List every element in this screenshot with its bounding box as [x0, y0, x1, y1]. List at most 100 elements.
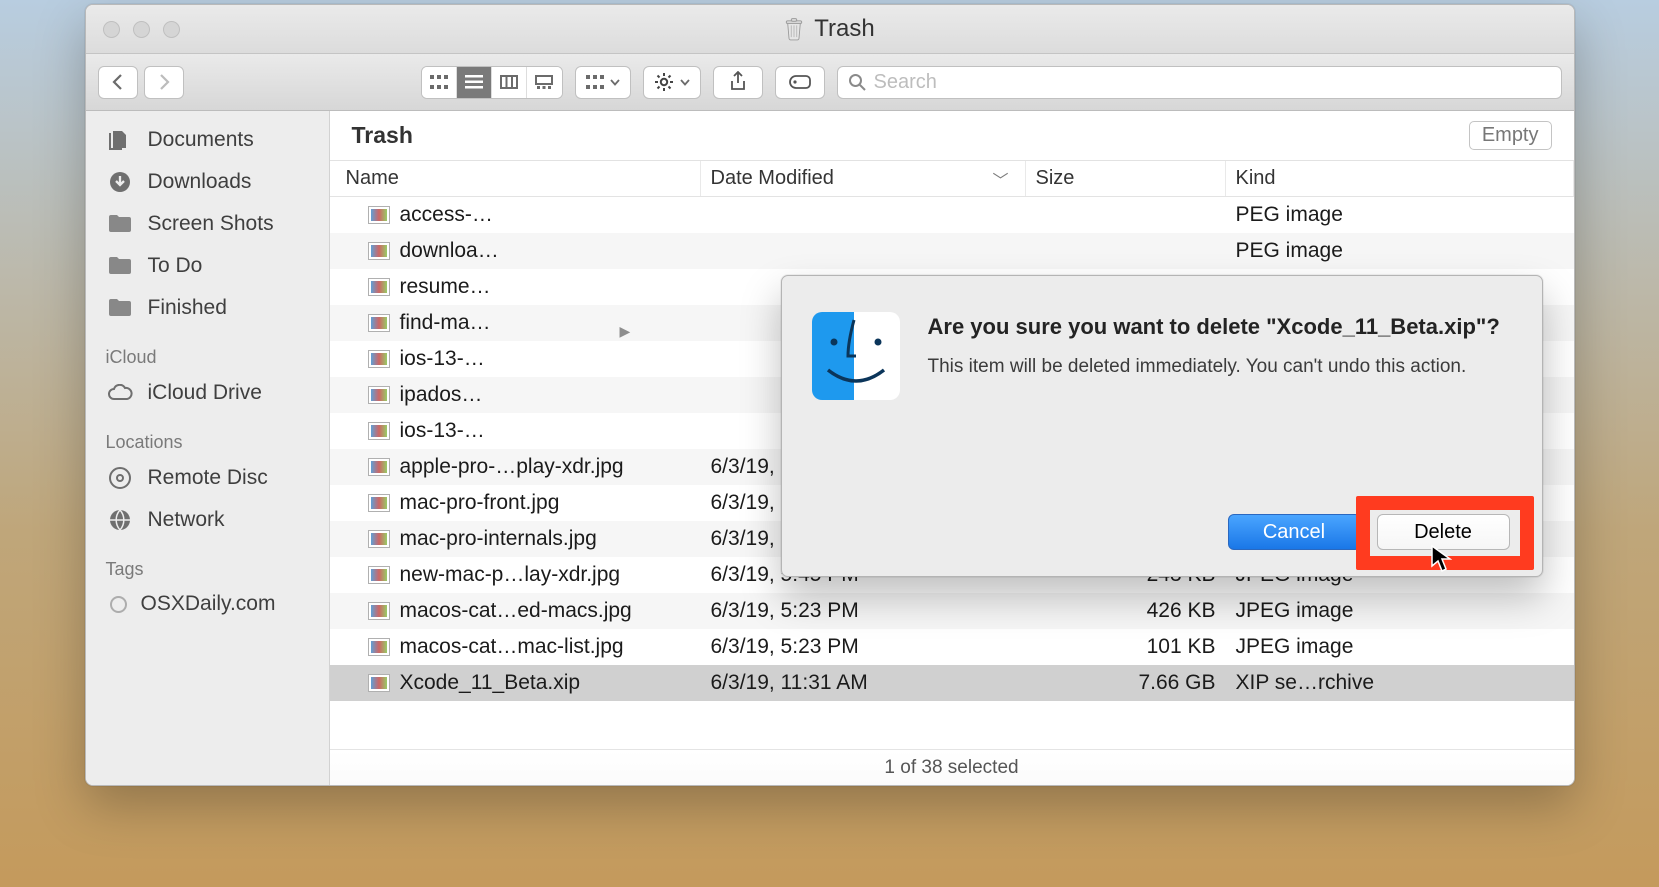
file-name: ios-13-…	[400, 419, 485, 443]
group-by-button[interactable]	[575, 66, 631, 99]
file-icon	[368, 206, 390, 224]
downloads-icon	[106, 170, 134, 194]
file-name: ios-13-…	[400, 347, 485, 371]
sidebar-item-documents[interactable]: Documents	[86, 119, 329, 161]
list-view-button[interactable]	[457, 67, 492, 98]
column-headers: Name Date Modified ﹀ Size Kind	[330, 161, 1574, 197]
sidebar-item-label: Documents	[148, 128, 254, 152]
folder-icon	[106, 298, 134, 318]
network-icon	[106, 508, 134, 532]
file-kind: PEG image	[1226, 239, 1574, 263]
sidebar-item-screenshots[interactable]: Screen Shots	[86, 203, 329, 245]
sidebar-item-label: Network	[148, 508, 225, 532]
column-size[interactable]: Size	[1026, 161, 1226, 196]
sidebar-item-label: OSXDaily.com	[141, 592, 276, 616]
forward-button[interactable]	[144, 66, 184, 99]
file-name: macos-cat…ed-macs.jpg	[400, 599, 632, 623]
sidebar-section-icloud: iCloud	[86, 329, 329, 372]
table-row[interactable]: macos-cat…ed-macs.jpg6/3/19, 5:23 PM426 …	[330, 593, 1574, 629]
chevron-down-icon: ﹀	[992, 167, 1008, 191]
file-kind: XIP se…rchive	[1226, 671, 1574, 695]
table-row[interactable]: macos-cat…mac-list.jpg6/3/19, 5:23 PM101…	[330, 629, 1574, 665]
toolbar	[86, 54, 1574, 111]
sidebar-section-locations: Locations	[86, 414, 329, 457]
window-title: Trash	[814, 15, 874, 43]
minimize-window-button[interactable]	[133, 21, 150, 38]
file-icon	[368, 566, 390, 584]
action-menu-button[interactable]	[643, 66, 701, 99]
sidebar-item-label: To Do	[148, 254, 203, 278]
sidebar-item-finished[interactable]: Finished	[86, 287, 329, 329]
column-kind[interactable]: Kind	[1226, 161, 1574, 196]
column-label: Size	[1036, 167, 1075, 190]
zoom-window-button[interactable]	[163, 21, 180, 38]
delete-button[interactable]: Delete	[1377, 514, 1510, 550]
file-size: 426 KB	[1026, 599, 1226, 623]
status-bar: 1 of 38 selected	[330, 749, 1574, 785]
sidebar-item-network[interactable]: Network	[86, 499, 329, 541]
file-kind: JPEG image	[1226, 599, 1574, 623]
table-row[interactable]: Xcode_11_Beta.xip6/3/19, 11:31 AM7.66 GB…	[330, 665, 1574, 701]
table-row[interactable]: access-… PEG image	[330, 197, 1574, 233]
share-icon	[729, 71, 747, 93]
file-size: 101 KB	[1026, 635, 1226, 659]
close-window-button[interactable]	[103, 21, 120, 38]
file-icon	[368, 530, 390, 548]
trash-icon	[784, 16, 804, 42]
finder-window: Trash	[85, 4, 1575, 786]
title-bar[interactable]: Trash	[86, 5, 1574, 54]
sidebar-item-todo[interactable]: To Do	[86, 245, 329, 287]
view-mode-group	[421, 66, 563, 99]
empty-trash-button[interactable]: Empty	[1469, 121, 1552, 150]
tag-circle-icon	[110, 596, 127, 613]
column-view-button[interactable]	[492, 67, 527, 98]
back-button[interactable]	[98, 66, 138, 99]
column-label: Date Modified	[711, 167, 834, 190]
file-name: access-…	[400, 203, 493, 227]
file-icon	[368, 638, 390, 656]
sidebar-item-icloud-drive[interactable]: iCloud Drive	[86, 372, 329, 414]
search-field[interactable]	[837, 66, 1562, 99]
file-icon	[368, 350, 390, 368]
file-name: Xcode_11_Beta.xip	[400, 671, 581, 695]
file-kind: PEG image	[1226, 203, 1574, 227]
tag-icon	[788, 74, 812, 90]
file-date: 6/3/19, 11:31 AM	[701, 671, 1026, 695]
column-label: Kind	[1236, 167, 1276, 190]
cancel-button[interactable]: Cancel	[1228, 514, 1361, 550]
gear-icon	[654, 72, 674, 92]
tags-button[interactable]	[775, 66, 825, 99]
file-icon	[368, 458, 390, 476]
file-date: 6/3/19, 5:23 PM	[701, 635, 1026, 659]
column-date-modified[interactable]: Date Modified ﹀	[701, 161, 1026, 196]
file-icon	[368, 602, 390, 620]
file-icon	[368, 278, 390, 296]
sidebar-item-downloads[interactable]: Downloads	[86, 161, 329, 203]
icon-view-button[interactable]	[422, 67, 457, 98]
sidebar-tag-osxdaily[interactable]: OSXDaily.com	[86, 584, 329, 624]
traffic-lights	[103, 21, 180, 38]
search-icon	[848, 73, 866, 91]
file-icon	[368, 674, 390, 692]
column-label: Name	[346, 167, 399, 190]
column-name[interactable]: Name	[336, 161, 701, 196]
file-name: new-mac-p…lay-xdr.jpg	[400, 563, 621, 587]
sidebar-section-tags: Tags	[86, 541, 329, 584]
disclosure-triangle-icon[interactable]: ▶	[620, 323, 631, 340]
folder-icon	[106, 256, 134, 276]
file-name: ipados…	[400, 383, 483, 407]
file-icon	[368, 386, 390, 404]
table-row[interactable]: downloa… PEG image	[330, 233, 1574, 269]
dialog-subtext: This item will be deleted immediately. Y…	[928, 354, 1512, 381]
share-button[interactable]	[713, 66, 763, 99]
sidebar[interactable]: Documents Downloads Screen Shots To Do F…	[86, 111, 330, 785]
file-icon	[368, 242, 390, 260]
confirm-delete-dialog: Are you sure you want to delete "Xcode_1…	[781, 275, 1543, 577]
file-name: apple-pro-…play-xdr.jpg	[400, 455, 624, 479]
finder-icon	[812, 312, 900, 400]
file-name: downloa…	[400, 239, 499, 263]
sidebar-item-remote-disc[interactable]: Remote Disc	[86, 457, 329, 499]
gallery-view-button[interactable]	[527, 67, 562, 98]
search-input[interactable]	[874, 71, 1551, 94]
file-name: mac-pro-internals.jpg	[400, 527, 597, 551]
